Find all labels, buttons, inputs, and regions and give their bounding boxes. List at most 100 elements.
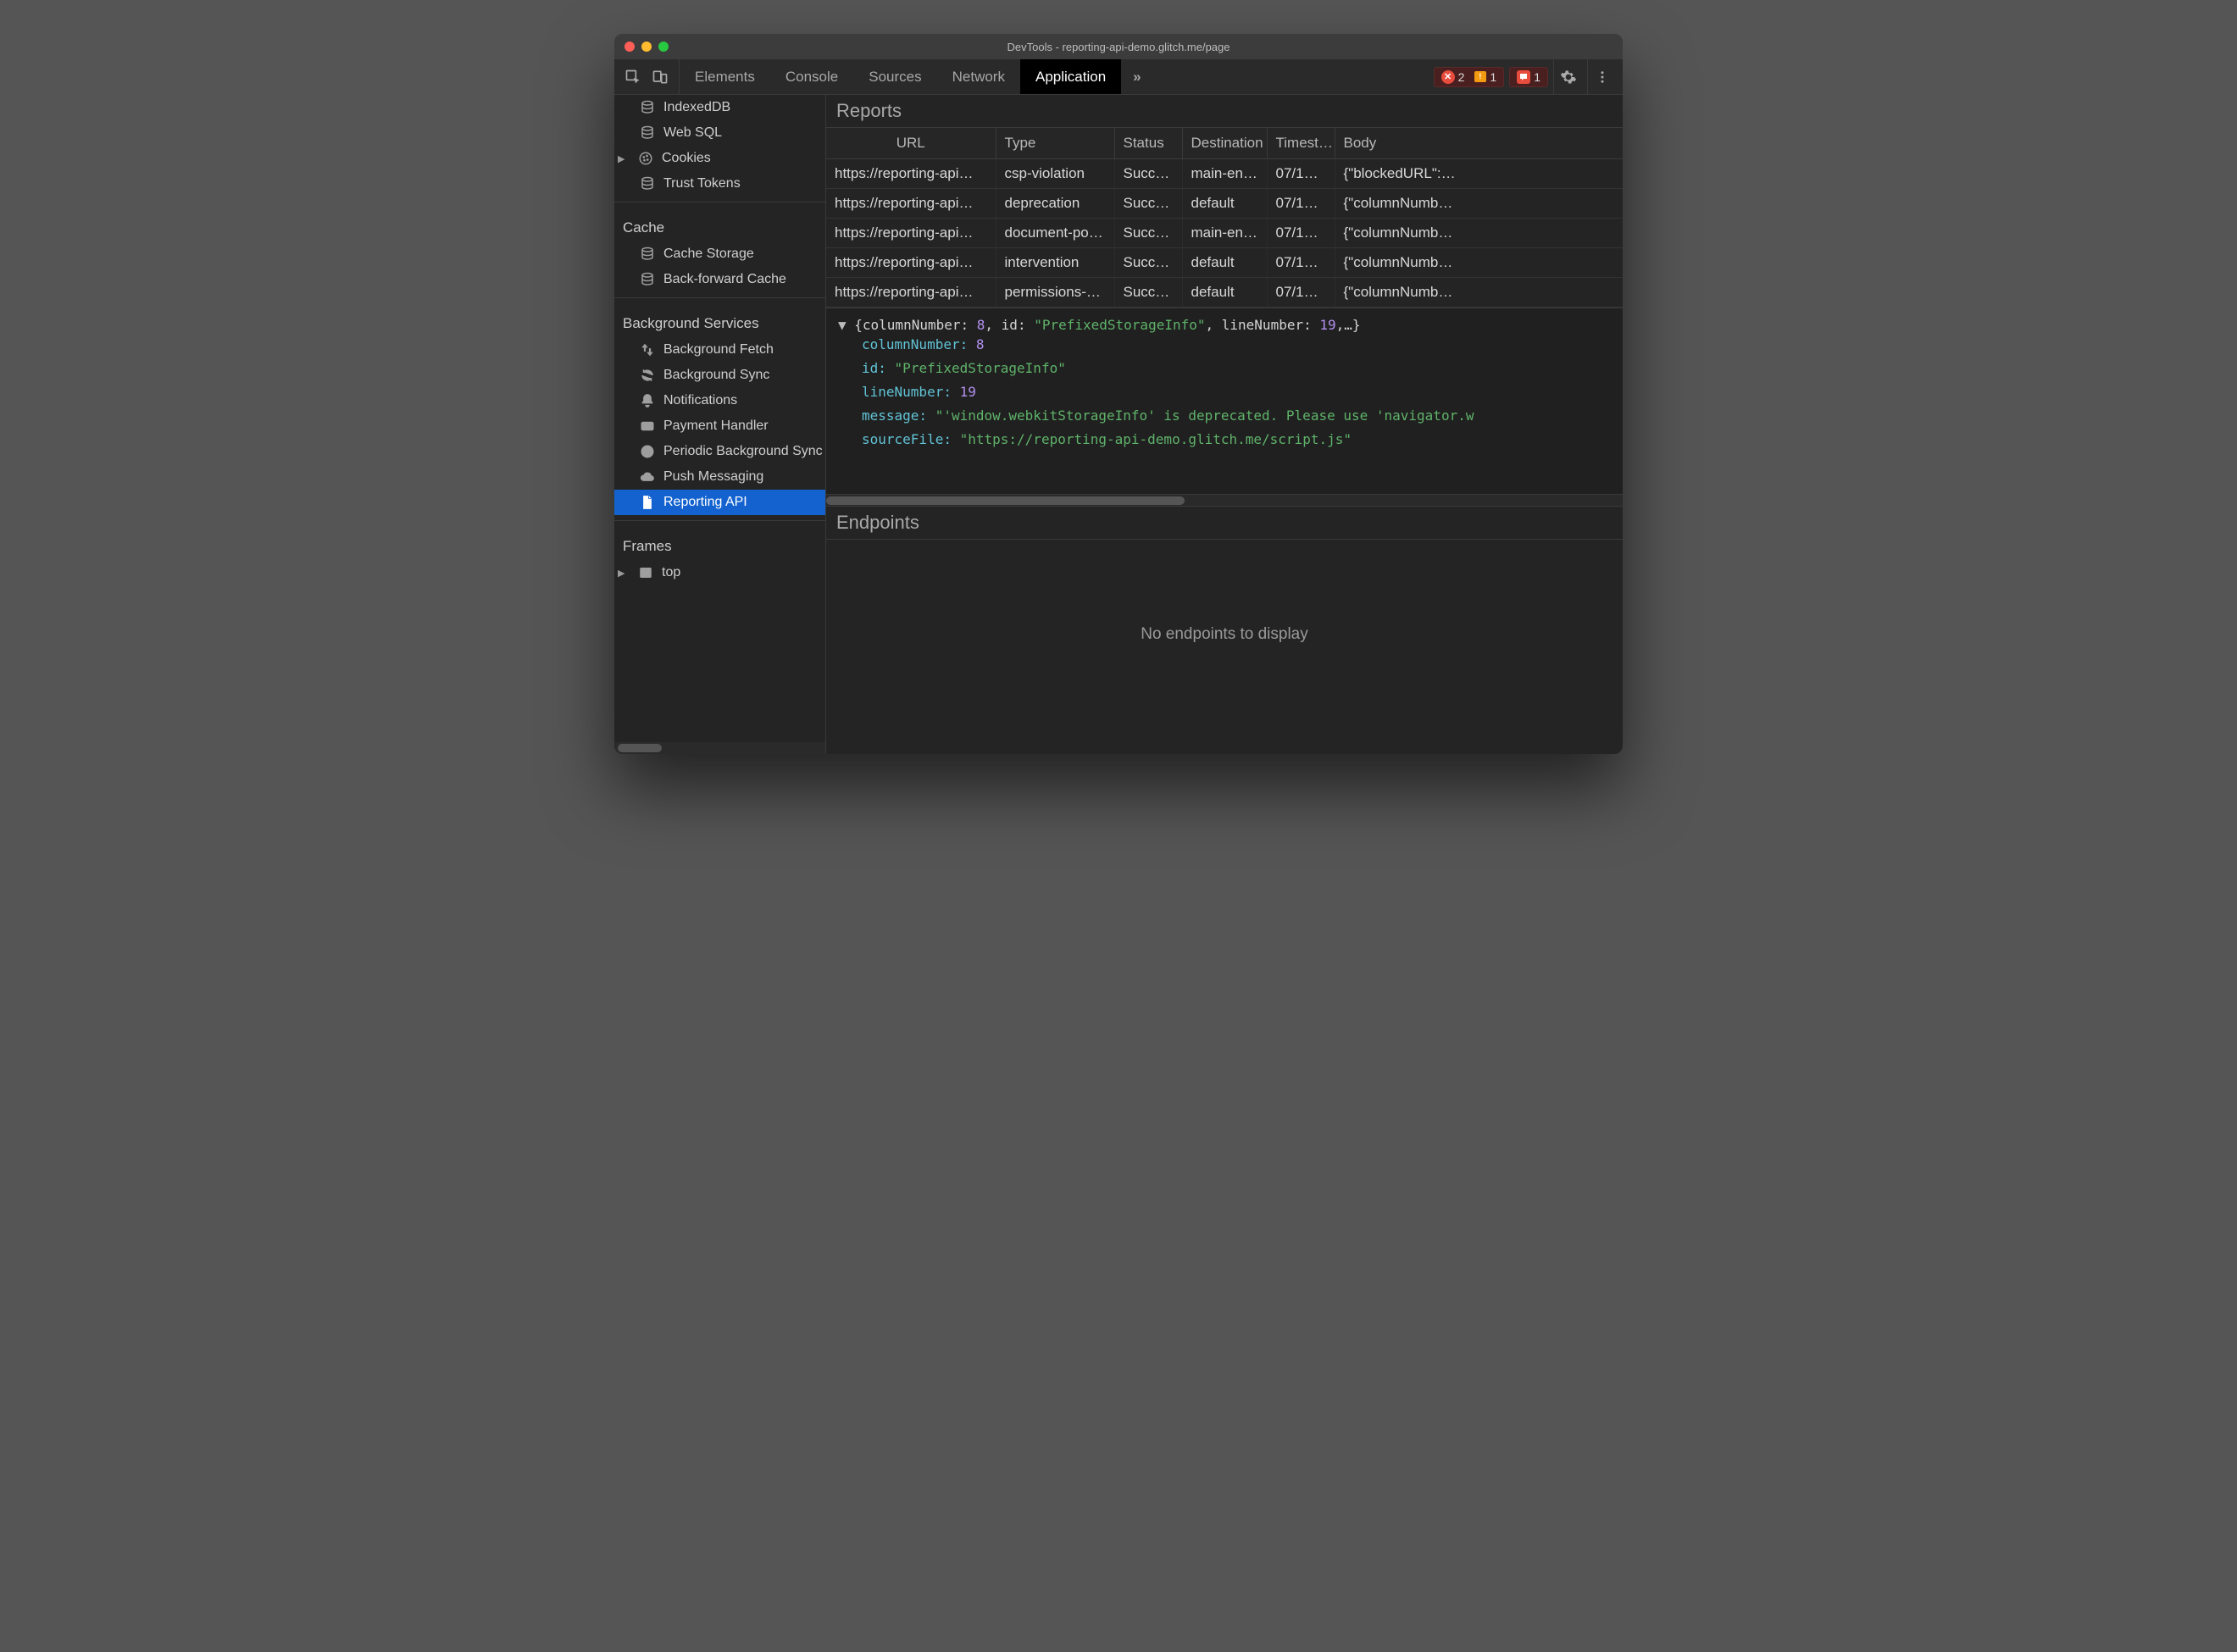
cell-type: document-po… <box>996 219 1114 248</box>
close-window-button[interactable] <box>624 42 635 52</box>
inspect-element-icon[interactable] <box>621 69 645 86</box>
database-icon <box>640 247 655 262</box>
cell-type: csp-violation <box>996 159 1114 189</box>
database-icon <box>640 125 655 141</box>
tab-network[interactable]: Network <box>937 59 1020 94</box>
detail-hscrollbar[interactable] <box>826 494 1623 506</box>
cell-url: https://reporting-api… <box>826 159 996 189</box>
sidebar-item-cookies[interactable]: ▶ Cookies <box>614 146 825 171</box>
scrollbar-thumb[interactable] <box>618 744 662 752</box>
database-icon <box>640 100 655 115</box>
sidebar-item-bgsync[interactable]: Background Sync <box>614 363 825 388</box>
cell-body: {"columnNumb… <box>1335 248 1623 278</box>
cell-url: https://reporting-api… <box>826 248 996 278</box>
report-detail[interactable]: ▼ {columnNumber: 8, id: "PrefixedStorage… <box>826 308 1623 494</box>
cell-status: Succ… <box>1114 278 1182 308</box>
sidebar-item-label: Push Messaging <box>663 469 763 485</box>
sync-icon <box>640 368 655 383</box>
cell-dest: main-end… <box>1182 219 1267 248</box>
cookie-icon <box>638 151 653 166</box>
kebab-icon <box>1595 69 1610 85</box>
sidebar-item-periodic[interactable]: Periodic Background Sync <box>614 439 825 464</box>
tab-overflow[interactable]: » <box>1121 59 1152 94</box>
sidebar-hscrollbar[interactable] <box>614 742 825 754</box>
cell-dest: default <box>1182 278 1267 308</box>
sidebar-item-websql[interactable]: Web SQL <box>614 120 825 146</box>
tab-application[interactable]: Application <box>1020 59 1121 94</box>
issues-counter[interactable]: 1 <box>1509 67 1548 87</box>
window-title: DevTools - reporting-api-demo.glitch.me/… <box>614 41 1623 53</box>
sidebar-item-frame-top[interactable]: ▶ top <box>614 560 825 585</box>
sidebar-item-push[interactable]: Push Messaging <box>614 464 825 490</box>
chevron-right-icon: ▶ <box>618 153 626 164</box>
cell-ts: 07/10/… <box>1267 189 1335 219</box>
issue-count: 1 <box>1534 70 1540 84</box>
console-counters[interactable]: ✕ 2 1 <box>1434 67 1505 87</box>
endpoints-empty: No endpoints to display <box>826 540 1623 754</box>
detail-line: message: "'window.webkitStorageInfo' is … <box>838 404 1611 428</box>
sidebar-item-cachestorage[interactable]: Cache Storage <box>614 241 825 267</box>
sidebar-item-label: Web SQL <box>663 125 722 141</box>
table-row[interactable]: https://reporting-api…document-po…Succ…m… <box>826 219 1623 248</box>
sidebar-item-bgfetch[interactable]: Background Fetch <box>614 337 825 363</box>
sidebar-item-indexeddb[interactable]: IndexedDB <box>614 95 825 120</box>
frame-icon <box>638 565 653 580</box>
sidebar-item-reporting[interactable]: Reporting API <box>614 490 825 515</box>
sidebar-item-label: Background Fetch <box>663 342 774 358</box>
sidebar-item-label: Trust Tokens <box>663 176 741 191</box>
cell-type: permissions-… <box>996 278 1114 308</box>
cell-status: Succ… <box>1114 159 1182 189</box>
titlebar: DevTools - reporting-api-demo.glitch.me/… <box>614 34 1623 59</box>
tab-elements[interactable]: Elements <box>680 59 770 94</box>
gear-icon <box>1560 69 1577 86</box>
content-area: Reports URL Type Status Destination Time… <box>826 95 1623 754</box>
cell-ts: 07/10/… <box>1267 159 1335 189</box>
col-url[interactable]: URL <box>826 128 996 159</box>
minimize-window-button[interactable] <box>641 42 652 52</box>
detail-line: columnNumber: 8 <box>838 333 1611 357</box>
sidebar-item-bfcache[interactable]: Back-forward Cache <box>614 267 825 292</box>
more-options-button[interactable] <box>1587 59 1616 94</box>
reports-table: URL Type Status Destination Timest… Body… <box>826 128 1623 308</box>
panel-tabs: Elements Console Sources Network Applica… <box>680 59 1153 94</box>
error-count: 2 <box>1458 70 1465 84</box>
sidebar-item-trusttokens[interactable]: Trust Tokens <box>614 171 825 197</box>
tab-console[interactable]: Console <box>770 59 853 94</box>
cloud-icon <box>640 469 655 485</box>
col-status[interactable]: Status <box>1114 128 1182 159</box>
detail-line: lineNumber: 19 <box>838 380 1611 404</box>
detail-line: sourceFile: "https://reporting-api-demo.… <box>838 428 1611 452</box>
table-row[interactable]: https://reporting-api…deprecationSucc…de… <box>826 189 1623 219</box>
cell-status: Succ… <box>1114 219 1182 248</box>
col-type[interactable]: Type <box>996 128 1114 159</box>
sidebar-item-notifications[interactable]: Notifications <box>614 388 825 413</box>
bell-icon <box>640 393 655 408</box>
zoom-window-button[interactable] <box>658 42 669 52</box>
sidebar-item-label: Back-forward Cache <box>663 272 786 287</box>
col-destination[interactable]: Destination <box>1182 128 1267 159</box>
table-row[interactable]: https://reporting-api…permissions-…Succ…… <box>826 278 1623 308</box>
table-row[interactable]: https://reporting-api…interventionSucc…d… <box>826 248 1623 278</box>
updown-icon <box>640 342 655 358</box>
endpoints-heading: Endpoints <box>826 506 1623 540</box>
col-timestamp[interactable]: Timest… <box>1267 128 1335 159</box>
sidebar-section-bg: Background Services <box>614 303 825 337</box>
cell-ts: 07/10/… <box>1267 219 1335 248</box>
sidebar-item-label: top <box>662 565 680 580</box>
cell-dest: default <box>1182 189 1267 219</box>
device-toolbar-icon[interactable] <box>648 69 672 86</box>
cell-url: https://reporting-api… <box>826 278 996 308</box>
settings-button[interactable] <box>1553 59 1582 94</box>
scrollbar-thumb[interactable] <box>826 496 1185 505</box>
sidebar-item-payment[interactable]: Payment Handler <box>614 413 825 439</box>
application-sidebar[interactable]: IndexedDB Web SQL ▶ Cookies Trust Tokens… <box>614 95 826 754</box>
sidebar-item-label: Notifications <box>663 393 737 408</box>
file-icon <box>640 495 655 510</box>
cell-type: intervention <box>996 248 1114 278</box>
cell-status: Succ… <box>1114 189 1182 219</box>
cell-url: https://reporting-api… <box>826 189 996 219</box>
detail-summary[interactable]: ▼ {columnNumber: 8, id: "PrefixedStorage… <box>838 317 1611 333</box>
tab-sources[interactable]: Sources <box>853 59 936 94</box>
table-row[interactable]: https://reporting-api…csp-violationSucc…… <box>826 159 1623 189</box>
col-body[interactable]: Body <box>1335 128 1623 159</box>
